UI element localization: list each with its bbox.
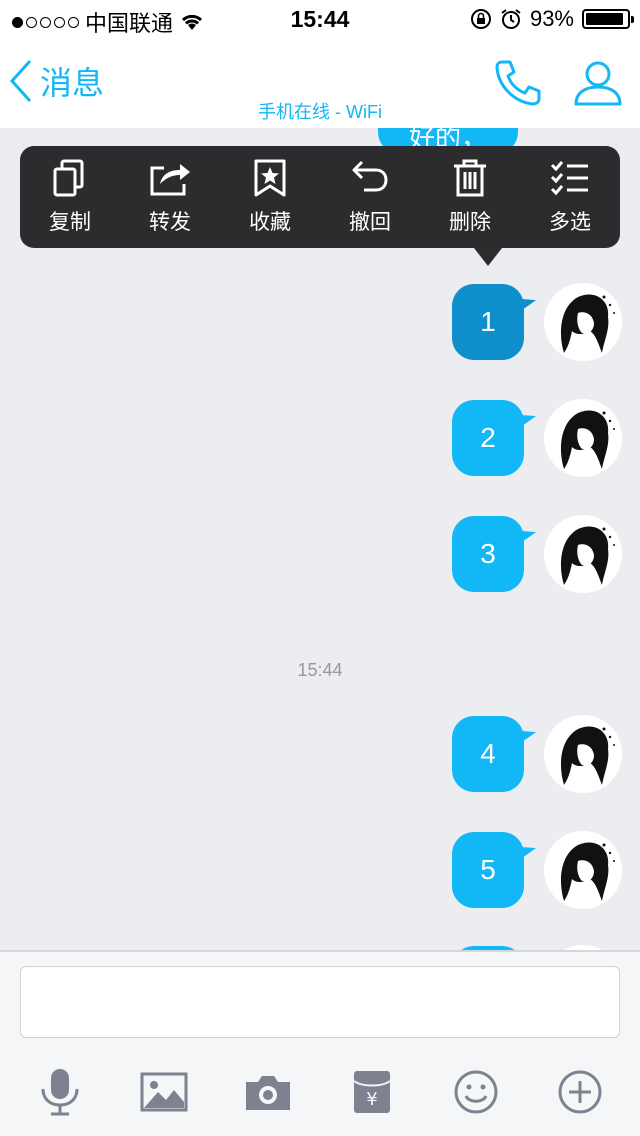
- more-button[interactable]: [550, 1062, 610, 1122]
- recall-label: 撤回: [349, 211, 391, 234]
- delete-button[interactable]: 删除: [420, 146, 520, 248]
- avatar[interactable]: [544, 515, 622, 593]
- message-input[interactable]: [20, 966, 620, 1038]
- favorite-label: 收藏: [249, 211, 291, 234]
- multi-select-button[interactable]: 多选: [520, 146, 620, 248]
- favorite-button[interactable]: 收藏: [220, 146, 320, 248]
- multi-select-label: 多选: [549, 211, 591, 234]
- battery-icon: [582, 9, 634, 29]
- alarm-icon: [501, 9, 521, 29]
- forward-button[interactable]: 转发: [120, 146, 220, 248]
- voice-button[interactable]: [30, 1062, 90, 1122]
- message-bubble[interactable]: 2: [452, 400, 524, 476]
- message-timestamp: 15:44: [297, 660, 343, 680]
- profile-icon[interactable]: [572, 58, 624, 108]
- phone-call-icon[interactable]: [492, 58, 544, 108]
- chevron-left-icon: [9, 59, 32, 103]
- input-panel: ¥: [0, 950, 640, 1136]
- plus-circle-icon: [558, 1070, 602, 1114]
- photo-button[interactable]: [134, 1062, 194, 1122]
- status-right: 93%: [470, 6, 634, 32]
- avatar[interactable]: [544, 283, 622, 361]
- recall-button[interactable]: 撤回: [320, 146, 420, 248]
- message-row: 1: [452, 283, 622, 361]
- nav-bar: 消息 手机在线 - WiFi: [0, 40, 640, 128]
- undo-icon: [352, 160, 388, 192]
- copy-label: 复制: [49, 211, 91, 234]
- message-bubble[interactable]: 5: [452, 832, 524, 908]
- battery-percent: 93%: [529, 6, 574, 31]
- message-row: 5: [452, 831, 622, 909]
- message-context-menu: 复制 转发 收藏 撤回 删除 多选: [20, 146, 620, 266]
- message-bubble[interactable]: 3: [452, 516, 524, 592]
- status-bar: 中国联通 15:44 93%: [0, 0, 640, 40]
- forward-label: 转发: [149, 211, 191, 234]
- avatar[interactable]: [544, 831, 622, 909]
- emoji-button[interactable]: [446, 1062, 506, 1122]
- microphone-icon: [41, 1069, 79, 1116]
- red-packet-icon: ¥: [353, 1071, 391, 1113]
- message-row: 3: [452, 515, 622, 593]
- rotation-lock-icon: [470, 9, 491, 29]
- copy-icon: [53, 159, 84, 197]
- svg-text:¥: ¥: [366, 1089, 377, 1110]
- avatar[interactable]: [544, 715, 622, 793]
- camera-icon: [246, 1076, 290, 1110]
- image-icon: [140, 1072, 188, 1112]
- copy-button[interactable]: 复制: [20, 146, 120, 248]
- emoji-icon: [454, 1070, 498, 1114]
- message-bubble-selected[interactable]: 1: [452, 284, 524, 360]
- bookmark-icon: [254, 159, 286, 197]
- red-packet-button[interactable]: ¥: [342, 1062, 402, 1122]
- online-status: 手机在线 - WiFi: [258, 102, 382, 122]
- avatar[interactable]: [544, 399, 622, 477]
- checklist-icon: [550, 161, 588, 196]
- camera-button[interactable]: [238, 1062, 298, 1122]
- trash-icon: [454, 159, 486, 197]
- message-bubble[interactable]: 4: [452, 716, 524, 792]
- forward-icon: [150, 164, 190, 196]
- message-row: 4: [452, 715, 622, 793]
- input-toolbar: ¥: [0, 1060, 640, 1124]
- delete-label: 删除: [449, 211, 491, 234]
- chat-area[interactable]: 好的， 1 2 3 15:44 4 5: [0, 128, 640, 950]
- message-row: 2: [452, 399, 622, 477]
